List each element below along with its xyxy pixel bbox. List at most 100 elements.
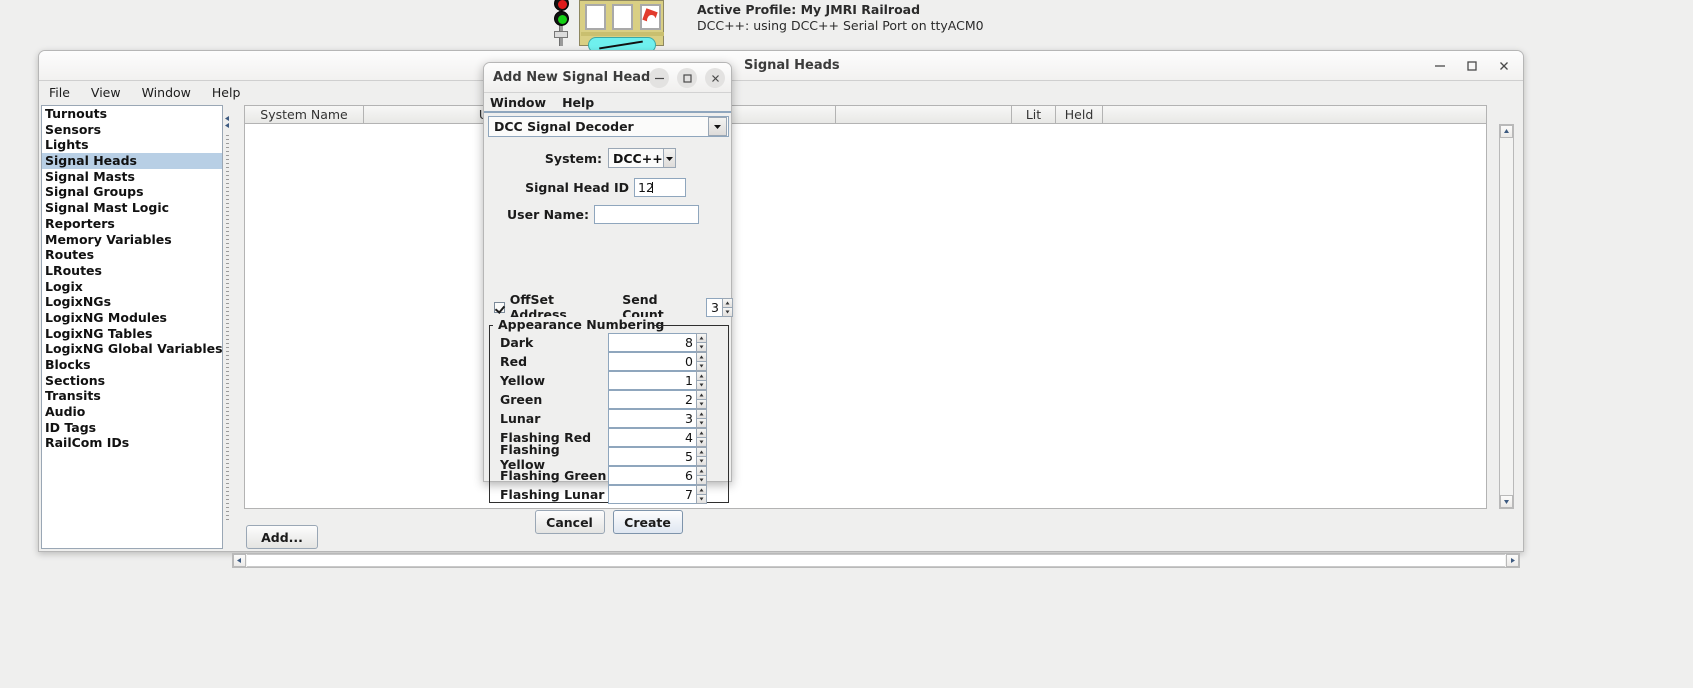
manager-tree-list[interactable]: Turnouts Sensors Lights Signal Heads Signal …	[41, 105, 223, 549]
stepper-down-icon[interactable]	[696, 494, 707, 504]
appearance-spinner[interactable]: 1	[608, 371, 707, 390]
scroll-right-icon[interactable]	[1506, 554, 1519, 567]
stepper-up-icon[interactable]	[722, 297, 733, 307]
appearance-value[interactable]: 4	[608, 428, 696, 447]
stepper-down-icon[interactable]	[722, 306, 733, 317]
sidebar-item-transits[interactable]: Transits	[42, 388, 222, 404]
appearance-value[interactable]: 7	[608, 485, 696, 504]
appearance-value[interactable]: 2	[608, 390, 696, 409]
dialog-menu-help[interactable]: Help	[562, 95, 594, 110]
sidebar-item-logix[interactable]: Logix	[42, 279, 222, 295]
scroll-up-icon[interactable]	[1500, 125, 1513, 138]
create-button[interactable]: Create	[612, 510, 683, 534]
stepper-down-icon[interactable]	[696, 475, 707, 485]
sidebar-item-reporters[interactable]: Reporters	[42, 216, 222, 232]
table-horizontal-scrollbar[interactable]	[232, 553, 1520, 568]
table-vertical-scrollbar[interactable]	[1499, 124, 1514, 509]
sidebar-item-signal-groups[interactable]: Signal Groups	[42, 184, 222, 200]
stepper-down-icon[interactable]	[696, 437, 707, 447]
tree-splitter[interactable]	[223, 105, 232, 549]
chevron-down-icon[interactable]	[708, 117, 727, 136]
system-chevron-down-icon[interactable]	[662, 149, 675, 167]
close-icon[interactable]	[1493, 55, 1515, 77]
appearance-value[interactable]: 0	[608, 352, 696, 371]
sidebar-item-logixng-modules[interactable]: LogixNG Modules	[42, 310, 222, 326]
menu-view[interactable]: View	[91, 85, 121, 100]
sidebar-item-signal-masts[interactable]: Signal Masts	[42, 169, 222, 185]
sidebar-item-id-tags[interactable]: ID Tags	[42, 420, 222, 436]
sidebar-item-turnouts[interactable]: Turnouts	[42, 106, 222, 122]
sidebar-item-audio[interactable]: Audio	[42, 404, 222, 420]
signal-head-type-combo[interactable]: DCC Signal Decoder	[488, 116, 729, 137]
appearance-spinner[interactable]: 5	[608, 447, 707, 466]
appearance-value[interactable]: 6	[608, 466, 696, 485]
sidebar-item-signal-mast-logic[interactable]: Signal Mast Logic	[42, 200, 222, 216]
hscroll-track[interactable]	[247, 554, 1505, 567]
add-button[interactable]: Add...	[246, 525, 318, 549]
cancel-button[interactable]: Cancel	[534, 510, 605, 534]
appearance-stepper[interactable]	[696, 390, 707, 409]
dialog-menu-window[interactable]: Window	[490, 95, 546, 110]
appearance-stepper[interactable]	[696, 428, 707, 447]
appearance-stepper[interactable]	[696, 447, 707, 466]
sidebar-item-blocks[interactable]: Blocks	[42, 357, 222, 373]
appearance-stepper[interactable]	[696, 409, 707, 428]
signal-head-id-input[interactable]: 12	[634, 177, 686, 197]
menu-window[interactable]: Window	[142, 85, 191, 100]
stepper-up-icon[interactable]	[696, 352, 707, 361]
offset-address-checkbox[interactable]	[494, 301, 505, 313]
table-column-header[interactable]: System Name	[244, 105, 364, 124]
stepper-up-icon[interactable]	[696, 409, 707, 418]
menu-help[interactable]: Help	[212, 85, 241, 100]
stepper-up-icon[interactable]	[696, 428, 707, 437]
appearance-stepper[interactable]	[696, 466, 707, 485]
send-count-stepper[interactable]	[722, 297, 733, 317]
appearance-spinner[interactable]: 8	[608, 333, 707, 352]
appearance-spinner[interactable]: 6	[608, 466, 707, 485]
stepper-up-icon[interactable]	[696, 390, 707, 399]
sidebar-item-routes[interactable]: Routes	[42, 247, 222, 263]
table-column-header[interactable]: Held	[1056, 105, 1103, 124]
sidebar-item-logixngs[interactable]: LogixNGs	[42, 294, 222, 310]
table-body[interactable]	[244, 124, 1487, 509]
scroll-down-icon[interactable]	[1500, 495, 1513, 508]
table-column-header[interactable]	[836, 105, 1012, 124]
dialog-minimize-icon[interactable]	[649, 68, 669, 88]
sidebar-item-logixng-tables[interactable]: LogixNG Tables	[42, 326, 222, 342]
minimize-icon[interactable]	[1429, 55, 1451, 77]
dialog-maximize-icon[interactable]	[677, 68, 697, 88]
stepper-down-icon[interactable]	[696, 418, 707, 428]
stepper-down-icon[interactable]	[696, 380, 707, 390]
dialog-close-icon[interactable]	[705, 68, 725, 88]
appearance-spinner[interactable]: 0	[608, 352, 707, 371]
appearance-stepper[interactable]	[696, 333, 707, 352]
appearance-stepper[interactable]	[696, 371, 707, 390]
appearance-value[interactable]: 8	[608, 333, 696, 352]
appearance-spinner[interactable]: 7	[608, 485, 707, 504]
system-combo[interactable]: DCC++	[608, 148, 676, 168]
appearance-stepper[interactable]	[696, 352, 707, 371]
appearance-stepper[interactable]	[696, 485, 707, 504]
appearance-value[interactable]: 1	[608, 371, 696, 390]
menu-file[interactable]: File	[49, 85, 70, 100]
sidebar-item-logixng-global-variables[interactable]: LogixNG Global Variables	[42, 341, 223, 357]
sidebar-item-sensors[interactable]: Sensors	[42, 122, 222, 138]
stepper-up-icon[interactable]	[696, 447, 707, 456]
stepper-up-icon[interactable]	[696, 371, 707, 380]
user-name-input[interactable]	[594, 204, 699, 224]
sidebar-item-lroutes[interactable]: LRoutes	[42, 263, 222, 279]
dialog-titlebar[interactable]: Add New Signal Head	[484, 63, 731, 93]
stepper-down-icon[interactable]	[696, 399, 707, 409]
stepper-down-icon[interactable]	[696, 456, 707, 466]
main-window-titlebar[interactable]: Signal Heads	[39, 51, 1523, 81]
sidebar-item-memory-variables[interactable]: Memory Variables	[42, 232, 222, 248]
table-column-header[interactable]: Lit	[1012, 105, 1056, 124]
stepper-up-icon[interactable]	[696, 466, 707, 475]
appearance-spinner[interactable]: 4	[608, 428, 707, 447]
maximize-icon[interactable]	[1461, 55, 1483, 77]
appearance-spinner[interactable]: 2	[608, 390, 707, 409]
sidebar-item-signal-heads[interactable]: Signal Heads	[42, 153, 222, 169]
sidebar-item-railcom-ids[interactable]: RailCom IDs	[42, 435, 222, 451]
appearance-spinner[interactable]: 3	[608, 409, 707, 428]
scroll-left-icon[interactable]	[233, 554, 246, 567]
